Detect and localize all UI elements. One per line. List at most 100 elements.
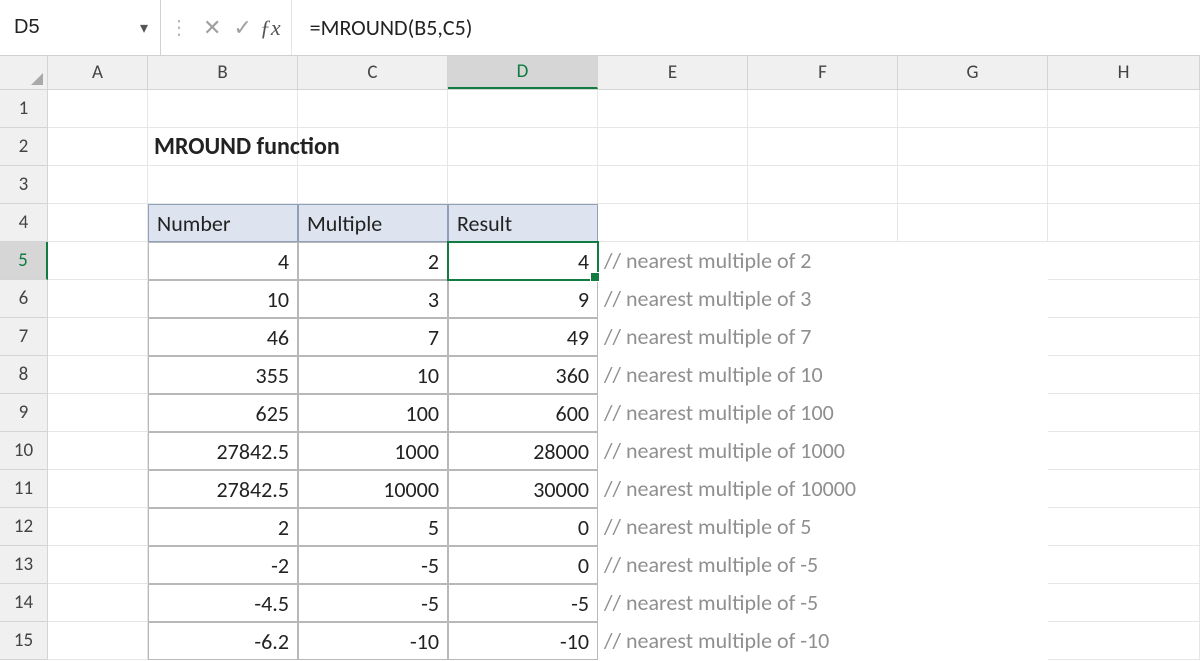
row-header[interactable]: 3 bbox=[0, 166, 48, 204]
table-cell-multiple[interactable]: -10 bbox=[298, 622, 448, 660]
fx-icon[interactable]: ƒx bbox=[258, 0, 292, 55]
cell[interactable] bbox=[898, 128, 1048, 166]
table-cell-number[interactable]: -2 bbox=[148, 546, 298, 584]
table-cell-result[interactable]: 0 bbox=[448, 546, 598, 584]
cell[interactable] bbox=[48, 204, 148, 242]
table-cell-multiple[interactable]: -5 bbox=[298, 546, 448, 584]
col-header-A[interactable]: A bbox=[48, 56, 148, 89]
cell[interactable] bbox=[748, 128, 898, 166]
row-header[interactable]: 2 bbox=[0, 128, 48, 166]
col-header-H[interactable]: H bbox=[1048, 56, 1200, 89]
comment-cell[interactable]: // nearest multiple of 2 bbox=[598, 242, 748, 280]
cell[interactable] bbox=[898, 242, 1048, 280]
cell[interactable] bbox=[1048, 508, 1200, 546]
cell[interactable] bbox=[1048, 318, 1200, 356]
row-header[interactable]: 6 bbox=[0, 280, 48, 318]
table-cell-number[interactable]: -6.2 bbox=[148, 622, 298, 660]
table-cell-number[interactable]: 27842.5 bbox=[148, 432, 298, 470]
cell[interactable] bbox=[598, 128, 748, 166]
cell[interactable] bbox=[898, 356, 1048, 394]
comment-cell[interactable]: // nearest multiple of -5 bbox=[598, 584, 748, 622]
row-header[interactable]: 8 bbox=[0, 356, 48, 394]
col-header-B[interactable]: B bbox=[148, 56, 298, 89]
row-header[interactable]: 1 bbox=[0, 90, 48, 128]
cell[interactable] bbox=[148, 90, 298, 128]
cell[interactable] bbox=[898, 318, 1048, 356]
row-header[interactable]: 11 bbox=[0, 470, 48, 508]
cell[interactable] bbox=[1048, 356, 1200, 394]
table-header-result[interactable]: Result bbox=[448, 204, 598, 242]
table-cell-result[interactable]: 28000 bbox=[448, 432, 598, 470]
col-header-G[interactable]: G bbox=[898, 56, 1048, 89]
comment-cell[interactable]: // nearest multiple of 100 bbox=[598, 394, 748, 432]
cell[interactable] bbox=[1048, 280, 1200, 318]
cell[interactable] bbox=[898, 280, 1048, 318]
cell[interactable] bbox=[748, 166, 898, 204]
table-header-number[interactable]: Number bbox=[148, 204, 298, 242]
cell[interactable] bbox=[898, 470, 1048, 508]
cell[interactable] bbox=[48, 432, 148, 470]
cell[interactable] bbox=[748, 318, 898, 356]
cell[interactable] bbox=[748, 622, 898, 660]
table-cell-multiple[interactable]: 3 bbox=[298, 280, 448, 318]
cell[interactable] bbox=[48, 546, 148, 584]
cell[interactable] bbox=[1048, 90, 1200, 128]
cell[interactable] bbox=[48, 242, 148, 280]
cell[interactable] bbox=[1048, 470, 1200, 508]
row-header[interactable]: 9 bbox=[0, 394, 48, 432]
table-cell-multiple[interactable]: -5 bbox=[298, 584, 448, 622]
cell[interactable] bbox=[748, 394, 898, 432]
cell[interactable] bbox=[1048, 432, 1200, 470]
table-cell-result[interactable]: -10 bbox=[448, 622, 598, 660]
table-cell-result[interactable]: 49 bbox=[448, 318, 598, 356]
row-header[interactable]: 7 bbox=[0, 318, 48, 356]
table-cell-multiple[interactable]: 7 bbox=[298, 318, 448, 356]
table-cell-multiple[interactable]: 5 bbox=[298, 508, 448, 546]
comment-cell[interactable]: // nearest multiple of 10000 bbox=[598, 470, 748, 508]
cell[interactable] bbox=[748, 508, 898, 546]
table-cell-result[interactable]: 30000 bbox=[448, 470, 598, 508]
cell[interactable] bbox=[1048, 242, 1200, 280]
cell[interactable] bbox=[748, 470, 898, 508]
col-header-F[interactable]: F bbox=[748, 56, 898, 89]
cell[interactable] bbox=[748, 584, 898, 622]
table-cell-result[interactable]: 0 bbox=[448, 508, 598, 546]
cancel-icon[interactable]: ✕ bbox=[197, 14, 227, 41]
table-cell-multiple[interactable]: 10 bbox=[298, 356, 448, 394]
cell[interactable] bbox=[598, 204, 748, 242]
table-cell-number[interactable]: 10 bbox=[148, 280, 298, 318]
cell[interactable] bbox=[598, 90, 748, 128]
name-box[interactable] bbox=[14, 16, 132, 39]
cell[interactable] bbox=[48, 318, 148, 356]
row-header[interactable]: 4 bbox=[0, 204, 48, 242]
table-cell-multiple[interactable]: 1000 bbox=[298, 432, 448, 470]
cell[interactable] bbox=[748, 432, 898, 470]
cell[interactable] bbox=[48, 166, 148, 204]
comment-cell[interactable]: // nearest multiple of 10 bbox=[598, 356, 748, 394]
cell[interactable] bbox=[298, 166, 448, 204]
cell[interactable] bbox=[298, 90, 448, 128]
page-title[interactable]: MROUND function bbox=[148, 128, 298, 166]
comment-cell[interactable]: // nearest multiple of -5 bbox=[598, 546, 748, 584]
table-cell-multiple[interactable]: 10000 bbox=[298, 470, 448, 508]
col-header-E[interactable]: E bbox=[598, 56, 748, 89]
table-cell-number[interactable]: 4 bbox=[148, 242, 298, 280]
cell[interactable] bbox=[48, 280, 148, 318]
cell[interactable] bbox=[1048, 622, 1200, 660]
cell[interactable] bbox=[48, 90, 148, 128]
row-header[interactable]: 15 bbox=[0, 622, 48, 660]
cell[interactable] bbox=[748, 546, 898, 584]
cell[interactable] bbox=[898, 584, 1048, 622]
cell[interactable] bbox=[448, 166, 598, 204]
cell[interactable] bbox=[898, 90, 1048, 128]
cell[interactable] bbox=[1048, 166, 1200, 204]
table-cell-number[interactable]: 46 bbox=[148, 318, 298, 356]
cell[interactable] bbox=[598, 166, 748, 204]
table-cell-multiple[interactable]: 100 bbox=[298, 394, 448, 432]
cell[interactable] bbox=[1048, 204, 1200, 242]
enter-icon[interactable]: ✓ bbox=[227, 14, 257, 41]
row-header[interactable]: 14 bbox=[0, 584, 48, 622]
cell[interactable] bbox=[48, 584, 148, 622]
cell[interactable] bbox=[748, 356, 898, 394]
table-cell-multiple[interactable]: 2 bbox=[298, 242, 448, 280]
